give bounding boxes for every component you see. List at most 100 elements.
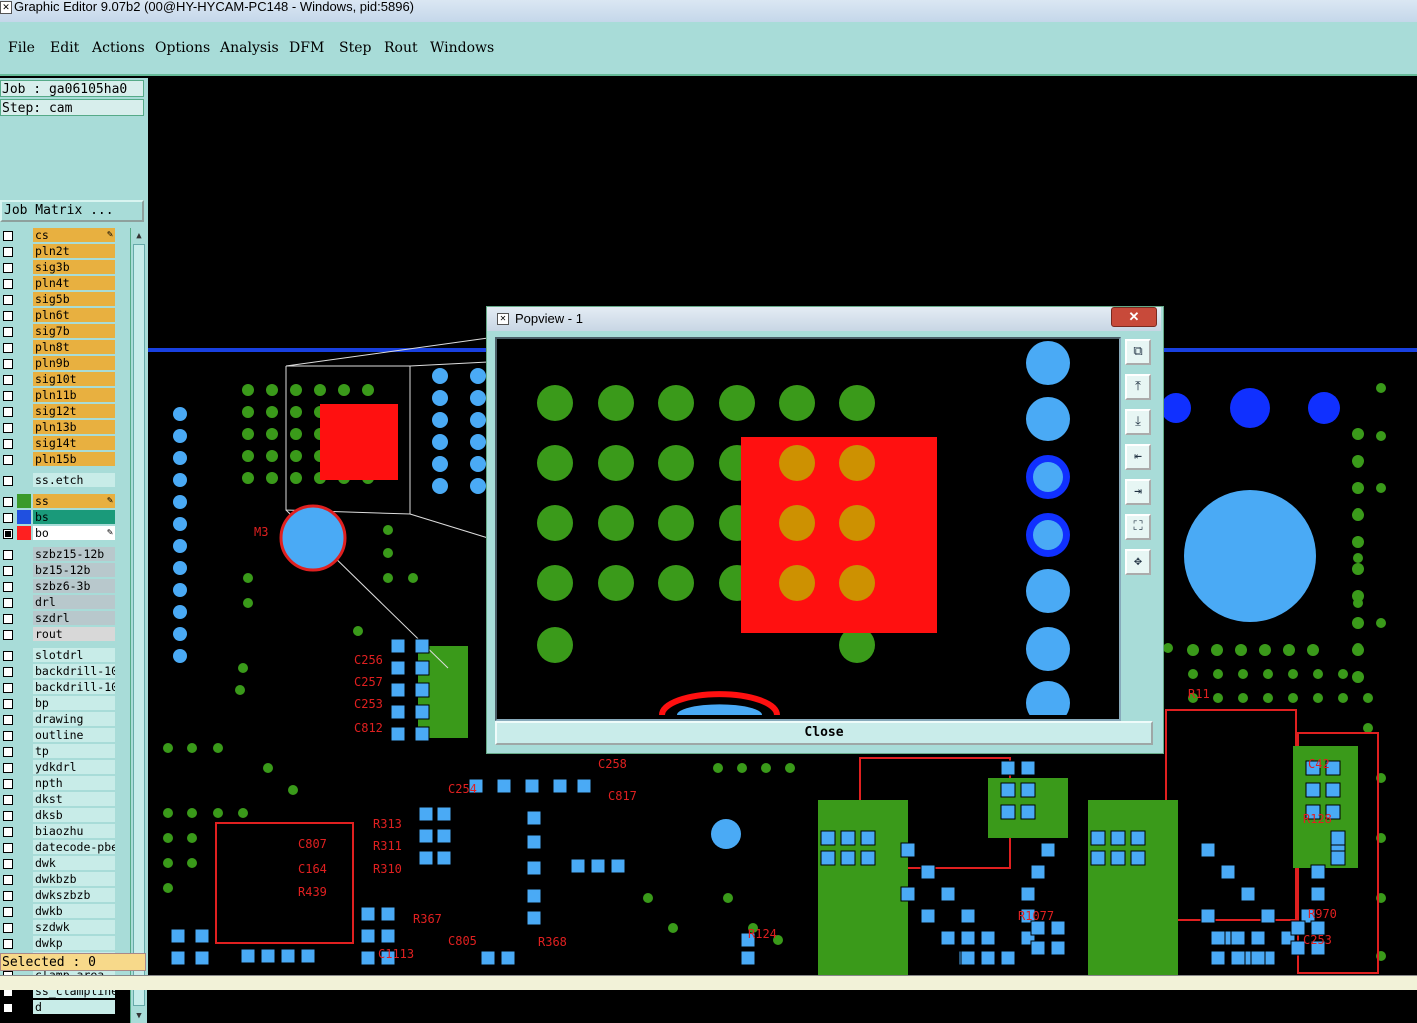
layer-name[interactable]: dksb bbox=[33, 808, 115, 822]
layer-name[interactable]: tp bbox=[33, 744, 115, 758]
layer-name[interactable]: sig5b bbox=[33, 292, 115, 306]
layer-name[interactable]: dwk bbox=[33, 856, 115, 870]
layer-row[interactable]: bp bbox=[0, 696, 118, 711]
layer-color-swatch[interactable] bbox=[17, 494, 31, 508]
layer-checkbox[interactable] bbox=[3, 598, 13, 608]
layer-color-swatch[interactable] bbox=[17, 526, 31, 540]
layer-checkbox[interactable] bbox=[3, 311, 13, 321]
layer-name[interactable]: sig7b bbox=[33, 324, 115, 338]
layer-row[interactable]: dwkszbzb bbox=[0, 888, 118, 903]
layer-name[interactable]: pln9b bbox=[33, 356, 115, 370]
layer-checkbox[interactable] bbox=[3, 875, 13, 885]
layer-row[interactable]: sig7b bbox=[0, 324, 118, 339]
layer-checkbox[interactable] bbox=[3, 476, 13, 486]
layer-name[interactable]: bp bbox=[33, 696, 115, 710]
layer-row[interactable]: pln15b bbox=[0, 452, 118, 467]
pan-right-icon[interactable]: ⇥ bbox=[1125, 479, 1151, 505]
layer-checkbox[interactable] bbox=[3, 550, 13, 560]
layer-checkbox[interactable] bbox=[3, 231, 13, 241]
pan-left-icon[interactable]: ⇤ bbox=[1125, 444, 1151, 470]
menu-rout[interactable]: Rout bbox=[384, 40, 418, 56]
layer-name[interactable]: szbz15-12b bbox=[33, 547, 115, 561]
layer-checkbox[interactable] bbox=[3, 327, 13, 337]
layer-name[interactable]: rout bbox=[33, 627, 115, 641]
menu-actions[interactable]: Actions bbox=[92, 40, 145, 56]
layer-name[interactable]: szdrl bbox=[33, 611, 115, 625]
layer-name[interactable]: dwkszbzb bbox=[33, 888, 115, 902]
popview-close-x-button[interactable]: ✕ bbox=[1111, 307, 1157, 327]
layer-checkbox[interactable] bbox=[3, 439, 13, 449]
layer-row[interactable]: szbz15-12b bbox=[0, 547, 118, 562]
layer-row[interactable]: pln4t bbox=[0, 276, 118, 291]
layer-checkbox[interactable] bbox=[3, 455, 13, 465]
layer-name[interactable]: datecode-pbe bbox=[33, 840, 115, 854]
layer-row[interactable]: bs bbox=[0, 510, 118, 525]
layer-name[interactable]: dwkb bbox=[33, 904, 115, 918]
layer-name[interactable]: sig10t bbox=[33, 372, 115, 386]
layer-name[interactable]: bs bbox=[33, 510, 115, 524]
menu-options[interactable]: Options bbox=[155, 40, 210, 56]
layer-name[interactable]: pln15b bbox=[33, 452, 115, 466]
layer-color-swatch[interactable] bbox=[17, 510, 31, 524]
scroll-thumb[interactable] bbox=[133, 244, 145, 1006]
layer-name[interactable]: pln8t bbox=[33, 340, 115, 354]
layer-row[interactable]: ydkdrl bbox=[0, 760, 118, 775]
layer-name[interactable]: pln13b bbox=[33, 420, 115, 434]
layer-checkbox[interactable] bbox=[3, 582, 13, 592]
layer-name[interactable]: sig14t bbox=[33, 436, 115, 450]
layer-checkbox[interactable] bbox=[3, 699, 13, 709]
layer-checkbox[interactable] bbox=[3, 247, 13, 257]
layer-scrollbar[interactable]: ▲ ▼ bbox=[130, 228, 147, 1023]
layer-name[interactable]: d bbox=[33, 1000, 115, 1014]
layer-checkbox[interactable] bbox=[3, 651, 13, 661]
layer-row[interactable]: pln13b bbox=[0, 420, 118, 435]
layer-name[interactable]: szdwk bbox=[33, 920, 115, 934]
layer-checkbox[interactable] bbox=[3, 630, 13, 640]
layer-checkbox[interactable] bbox=[3, 295, 13, 305]
layer-row[interactable]: pln11b bbox=[0, 388, 118, 403]
layer-name[interactable]: pln11b bbox=[33, 388, 115, 402]
layer-name[interactable]: sig3b bbox=[33, 260, 115, 274]
layer-checkbox[interactable] bbox=[3, 715, 13, 725]
layer-row[interactable]: pln6t bbox=[0, 308, 118, 323]
layer-name[interactable]: slotdrl bbox=[33, 648, 115, 662]
layer-row[interactable]: drl bbox=[0, 595, 118, 610]
layer-row[interactable]: backdrill-10 bbox=[0, 680, 118, 695]
layer-row[interactable]: szdwk bbox=[0, 920, 118, 935]
layer-name[interactable]: ss ✎ bbox=[33, 494, 115, 508]
zoom-window-icon[interactable]: ⧉ bbox=[1125, 339, 1151, 365]
layer-checkbox[interactable] bbox=[3, 667, 13, 677]
layer-row[interactable]: dwkbzb bbox=[0, 872, 118, 887]
layer-checkbox[interactable] bbox=[3, 747, 13, 757]
layer-checkbox[interactable] bbox=[3, 779, 13, 789]
layer-checkbox[interactable] bbox=[3, 614, 13, 624]
layer-checkbox[interactable] bbox=[3, 859, 13, 869]
layer-checkbox[interactable] bbox=[3, 566, 13, 576]
layer-row[interactable]: szbz6-3b bbox=[0, 579, 118, 594]
layer-checkbox[interactable] bbox=[3, 513, 13, 523]
layer-row[interactable]: sig5b bbox=[0, 292, 118, 307]
layer-name[interactable]: backdrill-10 bbox=[33, 664, 115, 678]
layer-checkbox[interactable] bbox=[3, 375, 13, 385]
layer-name[interactable]: pln6t bbox=[33, 308, 115, 322]
layer-row[interactable]: dwk bbox=[0, 856, 118, 871]
layer-row[interactable]: szdrl bbox=[0, 611, 118, 626]
layer-name[interactable]: sig12t bbox=[33, 404, 115, 418]
layer-row[interactable]: ss.etch bbox=[0, 473, 118, 488]
popview-canvas[interactable] bbox=[495, 337, 1121, 721]
layer-row[interactable]: outline bbox=[0, 728, 118, 743]
layer-checkbox[interactable] bbox=[3, 731, 13, 741]
layer-row[interactable]: biaozhu bbox=[0, 824, 118, 839]
layer-row[interactable]: drawing bbox=[0, 712, 118, 727]
zoom-home-icon[interactable]: ✥ bbox=[1125, 549, 1151, 575]
layer-checkbox[interactable] bbox=[3, 1003, 13, 1013]
layer-name[interactable]: biaozhu bbox=[33, 824, 115, 838]
layer-checkbox[interactable] bbox=[3, 795, 13, 805]
menu-analysis[interactable]: Analysis bbox=[220, 40, 279, 56]
layer-name[interactable]: pln2t bbox=[33, 244, 115, 258]
layer-name[interactable]: drawing bbox=[33, 712, 115, 726]
layer-row[interactable]: npth bbox=[0, 776, 118, 791]
layer-checkbox[interactable] bbox=[3, 391, 13, 401]
job-matrix-button[interactable]: Job Matrix ... bbox=[0, 200, 144, 222]
layer-row[interactable]: cs ✎ bbox=[0, 228, 118, 243]
